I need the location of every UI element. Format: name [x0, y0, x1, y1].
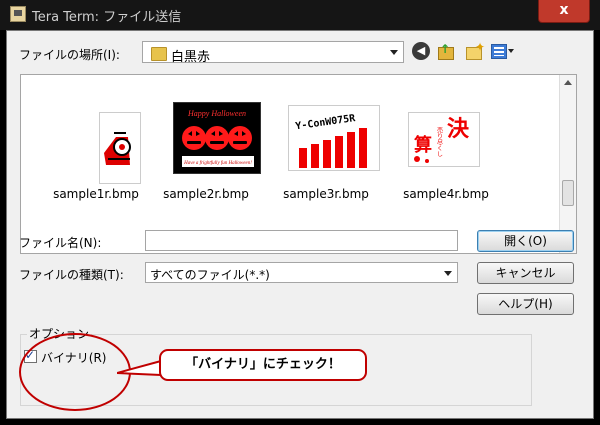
- filename-label: ファイル名(N):: [19, 236, 102, 250]
- file-item-sample2r[interactable]: Happy Halloween Have a frightfully fun H…: [151, 75, 261, 215]
- thumb-kanji-sub: 算: [414, 134, 432, 156]
- filetype-label: ファイルの種類(T):: [19, 268, 124, 282]
- file-item-sample1r[interactable]: sample1r.bmp: [41, 75, 151, 215]
- annotation-callout: 「バイナリ」にチェック！: [159, 349, 367, 381]
- up-folder-icon[interactable]: ↑: [437, 42, 455, 60]
- file-thumbnail: Happy Halloween Have a frightfully fun H…: [173, 102, 261, 174]
- file-name: sample1r.bmp: [53, 187, 139, 201]
- file-name: sample2r.bmp: [163, 187, 249, 201]
- thumb-kanji-main: 決: [447, 117, 470, 142]
- help-button[interactable]: ヘルプ(H): [477, 293, 574, 315]
- file-name: sample4r.bmp: [403, 187, 489, 201]
- file-thumbnail: 決 算 売り尽くし: [408, 112, 480, 167]
- thumb-text-side: 売り尽くし: [436, 126, 443, 157]
- chevron-down-icon[interactable]: [390, 50, 398, 55]
- back-icon[interactable]: ◀: [412, 42, 430, 60]
- filename-input[interactable]: [145, 230, 458, 251]
- location-label: ファイルの場所(I):: [19, 48, 120, 62]
- location-combo[interactable]: 白黒赤: [142, 41, 404, 65]
- chevron-down-icon[interactable]: [444, 270, 452, 276]
- title-bar[interactable]: Tera Term: ファイル送信 x: [0, 0, 600, 30]
- folder-icon: [151, 47, 167, 61]
- file-item-sample3r[interactable]: Y-ConW075R sample3r.bmp: [271, 75, 381, 215]
- annotation-highlight-ellipse: [19, 333, 131, 411]
- file-thumbnail: Y-ConW075R: [288, 105, 380, 171]
- file-list[interactable]: sample1r.bmp Happy Halloween Have a frig…: [20, 74, 577, 254]
- window-title: Tera Term: ファイル送信: [32, 10, 182, 25]
- thumb-text-bottom: Have a frightfully fun Halloween!: [183, 161, 252, 166]
- scroll-up-icon[interactable]: [564, 80, 572, 85]
- open-button[interactable]: 開く(O): [477, 230, 574, 252]
- vertical-scrollbar[interactable]: [559, 75, 576, 253]
- cancel-button[interactable]: キャンセル: [477, 262, 574, 284]
- thumb-text-top: Happy Halloween: [187, 109, 246, 118]
- close-icon: x: [559, 2, 569, 18]
- file-thumbnail: [99, 112, 141, 184]
- new-folder-icon[interactable]: ✦: [465, 40, 485, 60]
- annotation-pointer: [117, 360, 163, 376]
- file-name: sample3r.bmp: [283, 187, 369, 201]
- filetype-value: すべてのファイル(*.*): [150, 268, 270, 282]
- file-item-sample4r[interactable]: 決 算 売り尽くし sample4r.bmp: [391, 75, 501, 215]
- app-icon: [10, 6, 26, 22]
- filetype-select[interactable]: すべてのファイル(*.*): [145, 262, 458, 283]
- close-button[interactable]: x: [538, 0, 590, 23]
- view-menu-icon[interactable]: [491, 42, 515, 60]
- location-value: 白黒赤: [171, 50, 211, 65]
- scroll-thumb[interactable]: [562, 180, 574, 206]
- file-send-dialog: ファイルの場所(I): 白黒赤 ◀ ↑ ✦ sample1r.bmp Happy…: [6, 30, 594, 419]
